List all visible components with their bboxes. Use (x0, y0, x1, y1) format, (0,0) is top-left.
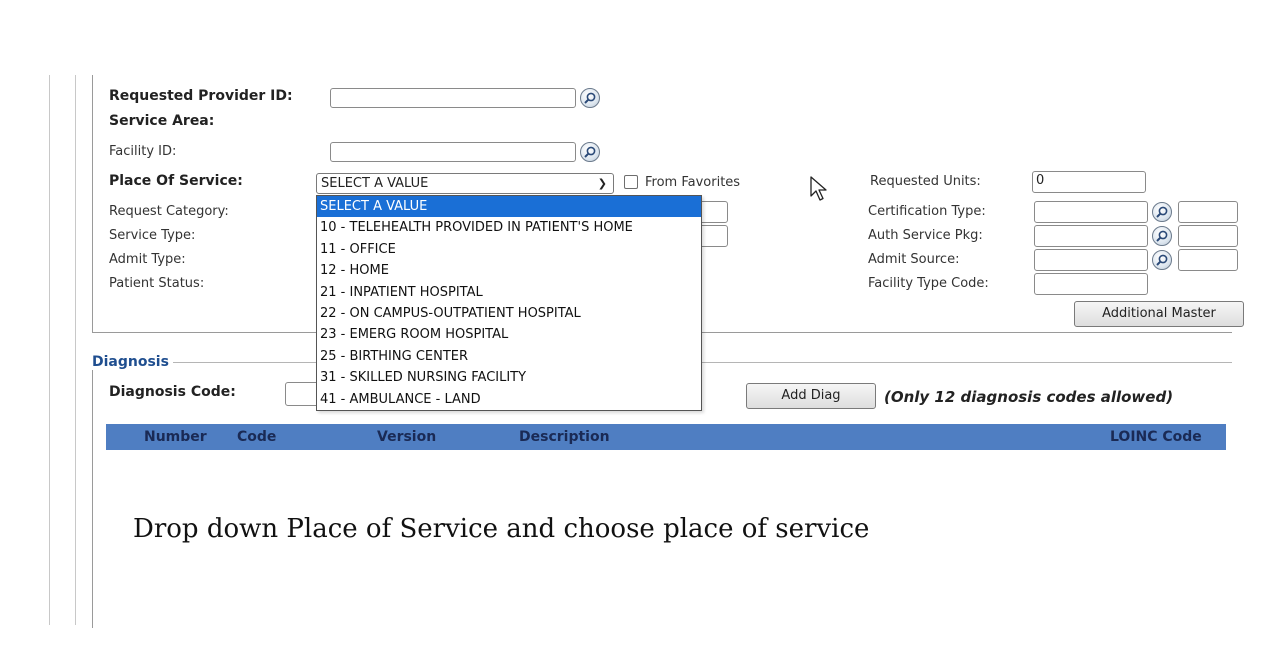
add-diag-button[interactable]: Add Diag (746, 383, 876, 409)
left-frame-line-inner (75, 75, 76, 625)
requested-provider-id-input[interactable] (330, 88, 576, 108)
certification-type-label: Certification Type: (868, 204, 986, 219)
dropdown-option[interactable]: 10 - TELEHEALTH PROVIDED IN PATIENT'S HO… (317, 217, 701, 238)
provider-lookup-icon[interactable] (580, 88, 600, 108)
place-of-service-label: Place Of Service: (109, 173, 243, 189)
service-area-label: Service Area: (109, 113, 215, 129)
facility-id-label: Facility ID: (109, 144, 177, 159)
facility-lookup-icon[interactable] (580, 142, 600, 162)
admit-source-label: Admit Source: (868, 252, 960, 267)
admit-source-input[interactable] (1034, 249, 1148, 271)
left-frame-line (49, 75, 50, 625)
facility-type-code-input[interactable] (1034, 273, 1148, 295)
patient-status-label: Patient Status: (109, 276, 205, 291)
auth-service-pkg-desc-input[interactable] (1178, 225, 1238, 247)
requested-units-label: Requested Units: (870, 174, 981, 189)
column-version[interactable]: Version (377, 424, 436, 450)
column-loinc-code[interactable]: LOINC Code (1110, 424, 1202, 450)
auth-service-pkg-label: Auth Service Pkg: (868, 228, 983, 243)
service-type-label: Service Type: (109, 228, 196, 243)
dropdown-option[interactable]: 22 - ON CAMPUS-OUTPATIENT HOSPITAL (317, 303, 701, 324)
diagnosis-legend: Diagnosis (92, 354, 173, 370)
dropdown-arrow-icon: ❯ (597, 177, 607, 190)
dropdown-option[interactable]: 23 - EMERG ROOM HOSPITAL (317, 324, 701, 345)
mouse-pointer-icon (810, 176, 830, 206)
certification-type-desc-input[interactable] (1178, 201, 1238, 223)
column-code[interactable]: Code (237, 424, 276, 450)
dropdown-option[interactable]: 12 - HOME (317, 260, 701, 281)
auth-service-pkg-input[interactable] (1034, 225, 1148, 247)
facility-type-code-label: Facility Type Code: (868, 276, 989, 291)
dropdown-option[interactable]: 25 - BIRTHING CENTER (317, 346, 701, 367)
request-category-label: Request Category: (109, 204, 229, 219)
admit-source-desc-input[interactable] (1178, 249, 1238, 271)
admit-type-label: Admit Type: (109, 252, 186, 267)
additional-master-button[interactable]: Additional Master (1074, 301, 1244, 327)
diagnosis-table-header: Number Code Version Description LOINC Co… (106, 424, 1226, 450)
column-description[interactable]: Description (519, 424, 610, 450)
dropdown-option[interactable]: 41 - AMBULANCE - LAND (317, 389, 701, 410)
from-favorites-label: From Favorites (645, 175, 741, 190)
lower-panel-border (92, 360, 93, 628)
place-of-service-select[interactable]: SELECT A VALUE ❯ (316, 173, 614, 194)
auth-service-pkg-lookup-icon[interactable] (1152, 226, 1172, 246)
form-panel-border (92, 75, 93, 333)
diagnosis-limit-note: (Only 12 diagnosis codes allowed) (884, 388, 1174, 406)
requested-provider-id-label: Requested Provider ID: (109, 88, 293, 104)
dropdown-option[interactable]: 11 - OFFICE (317, 239, 701, 260)
admit-source-lookup-icon[interactable] (1152, 250, 1172, 270)
dropdown-option[interactable]: 21 - INPATIENT HOSPITAL (317, 282, 701, 303)
dropdown-option[interactable]: 31 - SKILLED NURSING FACILITY (317, 367, 701, 388)
dropdown-option[interactable]: SELECT A VALUE (317, 196, 701, 218)
from-favorites-checkbox[interactable] (624, 175, 638, 189)
certification-type-lookup-icon[interactable] (1152, 202, 1172, 222)
requested-units-input[interactable]: 0 (1032, 171, 1146, 193)
column-number[interactable]: Number (144, 424, 207, 450)
place-of-service-dropdown-list[interactable]: SELECT A VALUE 10 - TELEHEALTH PROVIDED … (316, 195, 702, 411)
facility-id-input[interactable] (330, 142, 576, 162)
certification-type-input[interactable] (1034, 201, 1148, 223)
instruction-caption: Drop down Place of Service and choose pl… (133, 514, 870, 544)
place-of-service-selected: SELECT A VALUE (321, 176, 429, 191)
diagnosis-code-label: Diagnosis Code: (109, 384, 236, 400)
